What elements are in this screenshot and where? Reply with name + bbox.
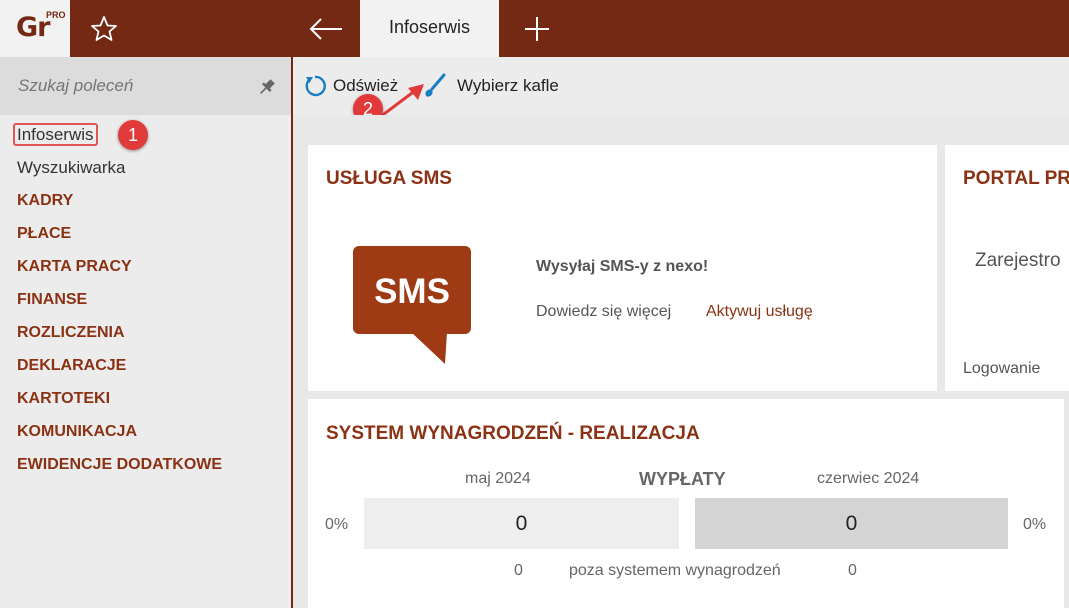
tab-label: Infoserwis: [388, 17, 471, 37]
month-left-label: maj 2024: [465, 470, 531, 487]
month-right-label: czerwiec 2024: [817, 470, 920, 487]
tile-title: SYSTEM WYNAGRODZEŃ - REALIZACJA: [326, 423, 700, 444]
choose-tiles-label: Wybierz kafle: [457, 76, 559, 95]
tab-infoserwis[interactable]: Infoserwis: [360, 0, 499, 57]
sidebar-item-kadry[interactable]: KADRY: [0, 189, 291, 222]
top-bar: Gr PRO Infoserwis: [0, 0, 1069, 57]
sidebar-item-label: Wyszukiwarka: [17, 158, 126, 177]
sidebar-item-komunikacja[interactable]: KOMUNIKACJA: [0, 420, 291, 453]
logo-badge: PRO: [46, 10, 66, 20]
learn-more-link[interactable]: Dowiedz się więcej: [536, 303, 671, 321]
sidebar-item-karta-pracy[interactable]: KARTA PRACY: [0, 255, 291, 288]
choose-tiles-button[interactable]: Wybierz kafle: [423, 72, 559, 100]
sidebar-item-label: KARTA PRACY: [17, 258, 132, 275]
callout-badge-1: 1: [118, 120, 148, 150]
sidebar-item-kartoteki[interactable]: KARTOTEKI: [0, 387, 291, 420]
favorite-button[interactable]: [88, 14, 120, 44]
sidebar-item-label: EWIDENCJE DODATKOWE: [17, 456, 223, 473]
sidebar-nav: Infoserwis Wyszukiwarka KADRY PŁACE KART…: [0, 123, 291, 486]
sidebar-item-label: FINANSE: [17, 291, 88, 308]
tile-sms: USŁUGA SMS SMS Wysyłaj SMS-y z nexo! Dow…: [308, 145, 937, 391]
payouts-label: WYPŁATY: [639, 469, 726, 489]
sidebar-item-wyszukiwarka[interactable]: Wyszukiwarka: [0, 156, 291, 189]
sidebar-item-label: DEKLARACJE: [17, 357, 127, 374]
dashboard: USŁUGA SMS SMS Wysyłaj SMS-y z nexo! Dow…: [293, 115, 1069, 608]
sidebar-item-finanse[interactable]: FINANSE: [0, 288, 291, 321]
value-left-box[interactable]: 0: [364, 498, 679, 549]
sms-headline: Wysyłaj SMS-y z nexo!: [536, 258, 709, 275]
star-icon: [91, 16, 117, 41]
tile-title: PORTAL PR: [963, 168, 1069, 189]
new-tab-button[interactable]: [520, 13, 554, 45]
sms-icon: SMS: [353, 246, 471, 364]
sidebar-item-label: Infoserwis: [13, 123, 98, 146]
outside-system-label: poza systemem wynagrodzeń: [569, 562, 781, 579]
sidebar-item-label: ROZLICZENIA: [17, 324, 125, 341]
logo-text: Gr: [16, 12, 50, 43]
sidebar-item-place[interactable]: PŁACE: [0, 222, 291, 255]
sidebar-item-deklaracje[interactable]: DEKLARACJE: [0, 354, 291, 387]
sidebar-item-rozliczenia[interactable]: ROZLICZENIA: [0, 321, 291, 354]
back-button[interactable]: [306, 14, 346, 44]
sidebar-item-label: PŁACE: [17, 225, 72, 242]
refresh-icon: [305, 75, 326, 97]
app-logo[interactable]: Gr PRO: [0, 0, 70, 57]
plus-icon: [525, 17, 549, 41]
sidebar-item-label: KADRY: [17, 192, 74, 209]
outside-value-right: 0: [848, 562, 857, 579]
tile-portal: PORTAL PR Zarejestro Logowanie: [945, 145, 1069, 391]
sidebar-item-label: KARTOTEKI: [17, 390, 111, 407]
percent-right: 0%: [1023, 516, 1047, 533]
activate-service-link[interactable]: Aktywuj usługę: [706, 303, 813, 321]
sidebar-item-label: KOMUNIKACJA: [17, 423, 137, 440]
sms-icon-text: SMS: [374, 272, 450, 311]
portal-register-text[interactable]: Zarejestro: [975, 250, 1061, 272]
search-area: [0, 57, 291, 115]
sidebar-item-ewidencje-dodatkowe[interactable]: EWIDENCJE DODATKOWE: [0, 453, 291, 486]
percent-left: 0%: [325, 516, 349, 533]
search-input[interactable]: [10, 67, 245, 105]
arrow-left-icon: [309, 18, 342, 40]
outside-value-left: 0: [514, 562, 523, 579]
tile-payroll: SYSTEM WYNAGRODZEŃ - REALIZACJA maj 2024…: [308, 399, 1064, 608]
tile-title: USŁUGA SMS: [326, 168, 452, 189]
portal-login-link[interactable]: Logowanie: [963, 360, 1040, 378]
value-right-box[interactable]: 0: [695, 498, 1008, 549]
pin-icon[interactable]: [257, 77, 277, 97]
